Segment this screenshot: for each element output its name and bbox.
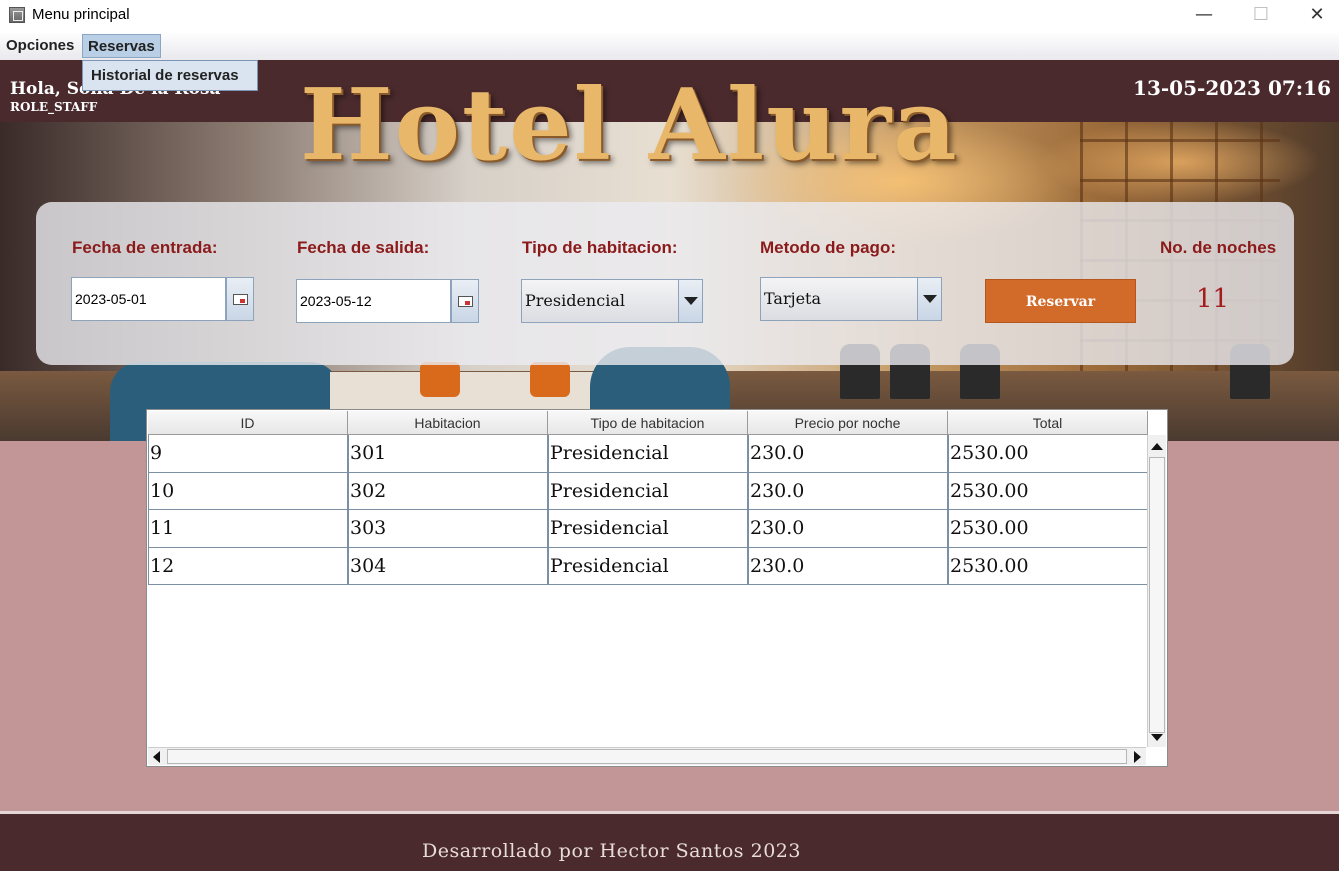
footer: Desarrollado por Hector Santos 2023 <box>0 814 1339 871</box>
fecha-entrada-label: Fecha de entrada: <box>72 238 218 257</box>
reservation-form-panel: Fecha de entrada: 2023-05-01 Fecha de sa… <box>36 202 1294 365</box>
noches-value: 11 <box>1196 284 1230 314</box>
table-row[interactable]: 9 301 Presidencial 230.0 2530.00 <box>148 435 1148 473</box>
current-datetime: 13-05-2023 07:16 <box>1133 76 1331 100</box>
maximize-button[interactable]: ☐ <box>1238 0 1284 31</box>
menu-reservas[interactable]: Reservas <box>82 34 161 58</box>
table-row[interactable]: 10 302 Presidencial 230.0 2530.00 <box>148 472 1148 510</box>
vertical-scrollbar[interactable] <box>1147 435 1166 747</box>
table-cell[interactable]: 230.0 <box>748 510 948 548</box>
reservas-dropdown: Historial de reservas <box>82 60 258 91</box>
chevron-down-icon[interactable] <box>917 278 941 320</box>
scroll-thumb[interactable] <box>167 749 1127 764</box>
minimize-button[interactable]: — <box>1181 0 1227 31</box>
fecha-salida-field[interactable]: 2023-05-12 <box>296 279 451 323</box>
table-cell[interactable]: 230.0 <box>748 547 948 585</box>
column-header-precio[interactable]: Precio por noche <box>748 411 948 435</box>
fecha-entrada-calendar-button[interactable] <box>226 277 254 321</box>
hotel-logo: Hotel Alura <box>300 68 959 183</box>
horizontal-scrollbar[interactable] <box>148 747 1146 765</box>
pillow-decoration <box>530 362 570 397</box>
scroll-left-icon[interactable] <box>153 751 160 763</box>
window-title: Menu principal <box>32 6 130 23</box>
table-cell[interactable]: 2530.00 <box>948 472 1148 510</box>
table-cell[interactable]: Presidencial <box>548 510 748 548</box>
scroll-down-icon[interactable] <box>1151 734 1163 741</box>
table-cell[interactable]: 303 <box>348 510 548 548</box>
table-row[interactable]: 11 303 Presidencial 230.0 2530.00 <box>148 510 1148 548</box>
scroll-right-icon[interactable] <box>1134 751 1141 763</box>
table-cell[interactable]: 2530.00 <box>948 510 1148 548</box>
table-cell[interactable]: 12 <box>148 547 348 585</box>
table-cell[interactable]: 301 <box>348 435 548 473</box>
table-cell[interactable]: 230.0 <box>748 435 948 473</box>
column-header-total[interactable]: Total <box>948 411 1148 435</box>
app-icon <box>9 7 25 23</box>
scroll-thumb[interactable] <box>1149 457 1165 733</box>
metodo-pago-label: Metodo de pago: <box>760 238 896 257</box>
table-cell[interactable]: 11 <box>148 510 348 548</box>
fecha-salida-calendar-button[interactable] <box>451 279 479 323</box>
table-cell[interactable]: 302 <box>348 472 548 510</box>
user-role: ROLE_STAFF <box>10 100 98 114</box>
scroll-up-icon[interactable] <box>1151 443 1163 450</box>
pillow-decoration <box>420 362 460 397</box>
footer-credit: Desarrollado por Hector Santos 2023 <box>422 840 801 862</box>
table-cell[interactable]: 10 <box>148 472 348 510</box>
title-bar: Menu principal — ☐ ✕ <box>0 0 1339 31</box>
chevron-down-icon[interactable] <box>678 280 702 322</box>
table-cell[interactable]: Presidencial <box>548 547 748 585</box>
tipo-habitacion-select[interactable]: Presidencial <box>521 279 703 323</box>
calendar-icon <box>458 296 473 307</box>
menu-opciones[interactable]: Opciones <box>1 34 79 58</box>
reservations-table: ID Habitacion Tipo de habitacion Precio … <box>146 409 1168 767</box>
tipo-habitacion-value: Presidencial <box>525 291 625 310</box>
fecha-salida-label: Fecha de salida: <box>297 238 430 257</box>
menu-bar: Opciones Reservas <box>0 31 1339 60</box>
metodo-pago-value: Tarjeta <box>764 289 822 308</box>
tipo-habitacion-label: Tipo de habitacion: <box>522 238 678 257</box>
table-cell[interactable]: 9 <box>148 435 348 473</box>
table-cell[interactable]: 2530.00 <box>948 435 1148 473</box>
table-cell[interactable]: Presidencial <box>548 435 748 473</box>
column-header-id[interactable]: ID <box>148 411 348 435</box>
table-row[interactable]: 12 304 Presidencial 230.0 2530.00 <box>148 547 1148 585</box>
table-cell[interactable]: Presidencial <box>548 472 748 510</box>
table-cell[interactable]: 2530.00 <box>948 547 1148 585</box>
column-header-habitacion[interactable]: Habitacion <box>348 411 548 435</box>
table-cell[interactable]: 230.0 <box>748 472 948 510</box>
reservar-button[interactable]: Reservar <box>985 279 1136 323</box>
fecha-entrada-field[interactable]: 2023-05-01 <box>71 277 226 321</box>
metodo-pago-select[interactable]: Tarjeta <box>760 277 942 321</box>
table-header: ID Habitacion Tipo de habitacion Precio … <box>148 411 1148 435</box>
noches-label: No. de noches <box>1160 238 1277 257</box>
table-body: 9 301 Presidencial 230.0 2530.00 10 302 … <box>148 435 1148 585</box>
table-cell[interactable]: 304 <box>348 547 548 585</box>
column-header-tipo[interactable]: Tipo de habitacion <box>548 411 748 435</box>
menu-item-historial-reservas[interactable]: Historial de reservas <box>91 67 239 84</box>
calendar-icon <box>233 294 248 305</box>
close-button[interactable]: ✕ <box>1294 0 1339 31</box>
